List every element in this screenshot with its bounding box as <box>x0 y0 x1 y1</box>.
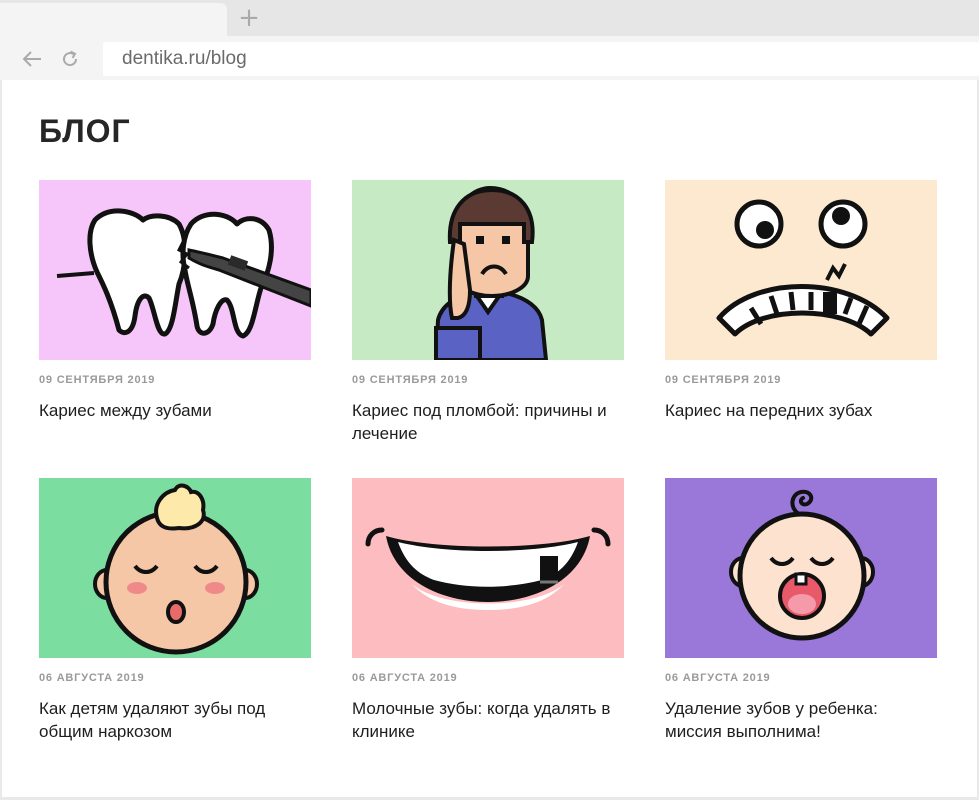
frame-edge <box>0 80 2 800</box>
post-date: 06 АВГУСТА 2019 <box>352 672 458 684</box>
post-image[interactable] <box>665 180 937 360</box>
url-text: dentika.ru/blog <box>122 48 247 69</box>
back-button[interactable] <box>19 46 45 72</box>
post-title[interactable]: Молочные зубы: когда удалять в клинике <box>352 697 624 743</box>
post-date: 09 СЕНТЯБРЯ 2019 <box>352 374 469 386</box>
post-title[interactable]: Как детям удаляют зубы под общим наркозо… <box>39 697 311 743</box>
post-title[interactable]: Кариес между зубами <box>39 399 311 422</box>
address-bar[interactable]: dentika.ru/blog <box>103 42 979 76</box>
post-image[interactable] <box>665 478 937 658</box>
smile-missing-tooth-illustration <box>352 478 624 658</box>
scared-face-teeth-illustration <box>665 180 937 360</box>
reload-button[interactable] <box>57 46 83 72</box>
baby-open-mouth-illustration <box>665 478 937 658</box>
post-date: 06 АВГУСТА 2019 <box>665 672 771 684</box>
blog-card[interactable]: 09 СЕНТЯБРЯ 2019 Кариес на передних зуба… <box>665 180 937 422</box>
browser-chrome: + dentika.ru/blog <box>0 0 979 80</box>
post-date: 06 АВГУСТА 2019 <box>39 672 145 684</box>
reload-icon <box>63 50 78 67</box>
new-tab-button[interactable]: + <box>236 3 262 33</box>
post-image[interactable] <box>352 478 624 658</box>
post-title[interactable]: Кариес под пломбой: причины и лечение <box>352 399 624 445</box>
teeth-probe-illustration <box>39 180 311 360</box>
blog-card[interactable]: 06 АВГУСТА 2019 Молочные зубы: когда уда… <box>352 478 624 743</box>
post-image[interactable] <box>39 478 311 658</box>
blog-card[interactable]: 06 АВГУСТА 2019 Как детям удаляют зубы п… <box>39 478 311 743</box>
post-title[interactable]: Удаление зубов у ребенка: миссия выполни… <box>665 697 937 743</box>
man-toothache-illustration <box>352 180 624 360</box>
blog-card[interactable]: 09 СЕНТЯБРЯ 2019 Кариес между зубами <box>39 180 311 422</box>
blog-card[interactable]: 06 АВГУСТА 2019 Удаление зубов у ребенка… <box>665 478 937 743</box>
post-image[interactable] <box>39 180 311 360</box>
back-arrow-icon <box>22 51 41 67</box>
post-title[interactable]: Кариес на передних зубах <box>665 399 937 422</box>
post-image[interactable] <box>352 180 624 360</box>
post-date: 09 СЕНТЯБРЯ 2019 <box>39 374 156 386</box>
page-title: БЛОГ <box>39 113 131 149</box>
sleeping-baby-illustration <box>39 478 311 658</box>
blog-card[interactable]: 09 СЕНТЯБРЯ 2019 Кариес под пломбой: при… <box>352 180 624 445</box>
card-background <box>665 180 937 360</box>
post-date: 09 СЕНТЯБРЯ 2019 <box>665 374 782 386</box>
